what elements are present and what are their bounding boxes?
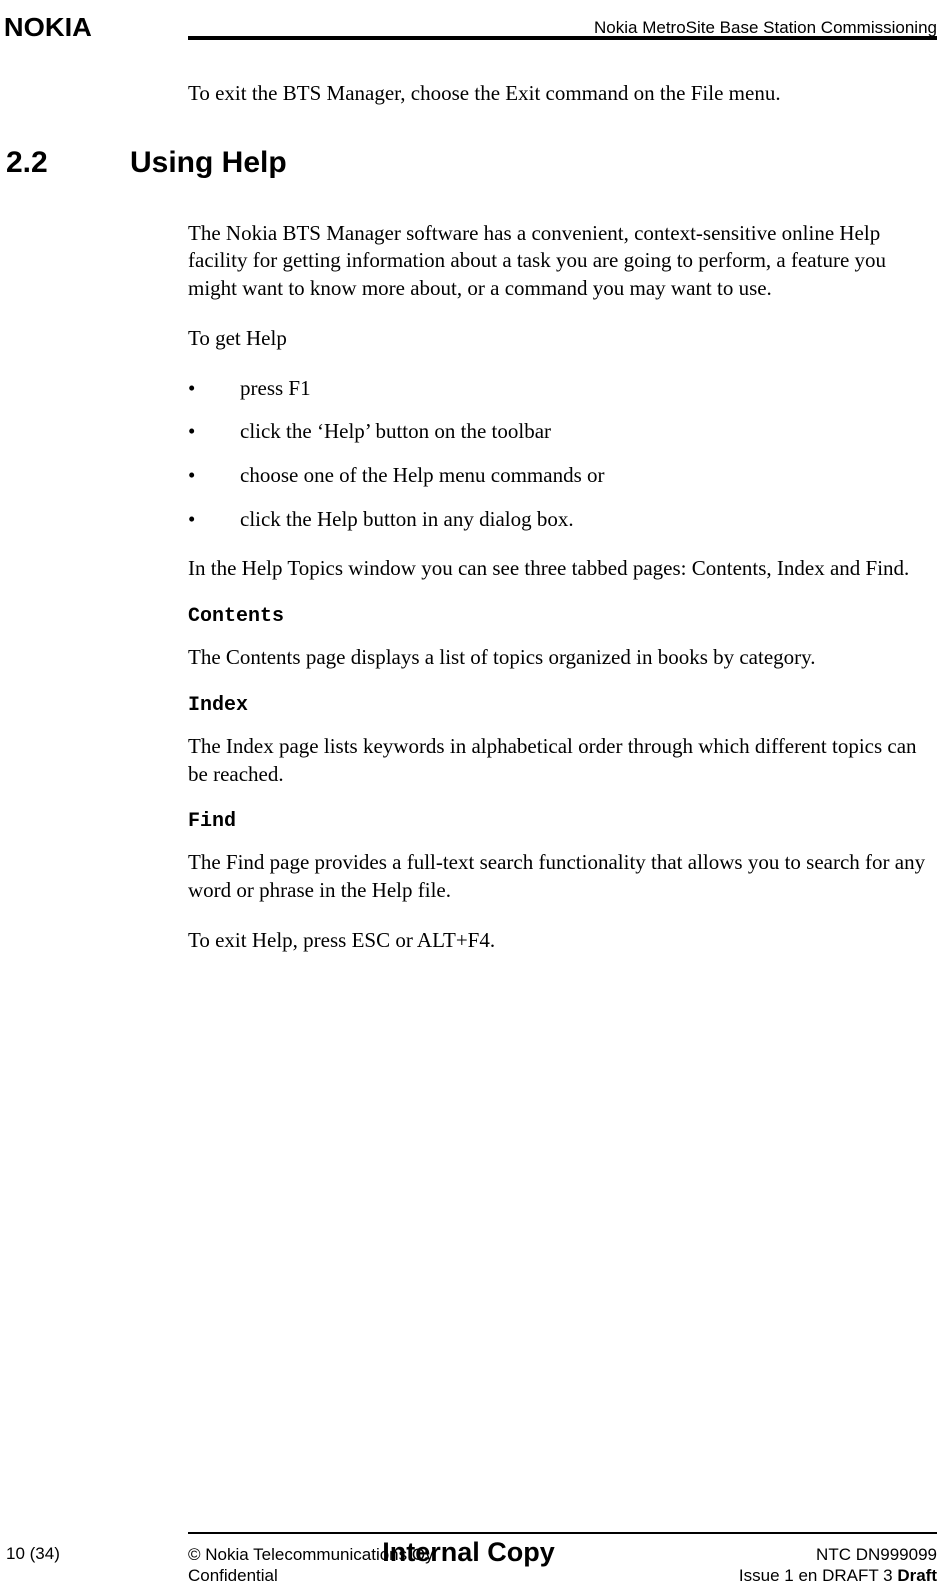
section-paragraph: The Nokia BTS Manager software has a con… [188,220,937,303]
sub-heading: Find [188,810,937,833]
content-area: To exit the BTS Manager, choose the Exit… [188,80,937,977]
section-paragraph: To get Help [188,325,937,353]
sub-heading: Contents [188,605,937,628]
page: NOKIA Nokia MetroSite Base Station Commi… [0,0,944,1592]
page-number: 10 (34) [6,1544,60,1564]
section-heading: 2.2 Using Help [0,146,937,180]
section-paragraph: The Contents page displays a list of top… [188,644,937,672]
footer-left-block: © Nokia Telecommunications Oy Confidenti… [188,1544,434,1587]
intro-paragraph: To exit the BTS Manager, choose the Exit… [188,80,937,108]
nokia-logo: NOKIA [6,12,90,43]
footer-rule [188,1532,937,1534]
section-paragraph: To exit Help, press ESC or ALT+F4. [188,927,937,955]
doc-title: Nokia MetroSite Base Station Commissioni… [594,18,937,38]
section-paragraph: The Find page provides a full-text searc… [188,849,937,904]
sub-heading: Index [188,694,937,717]
nokia-logo-text: NOKIA [4,12,92,43]
section-paragraph: The Index page lists keywords in alphabe… [188,733,937,788]
list-item: choose one of the Help menu commands or [188,462,937,490]
section-title: Using Help [130,146,287,180]
list-item: click the ‘Help’ button on the toolbar [188,418,937,446]
list-item: press F1 [188,375,937,403]
footer-right-block: NTC DN999099 Issue 1 en DRAFT 3 Draft [739,1544,937,1587]
issue-prefix: Issue 1 en DRAFT 3 [739,1566,897,1585]
list-item: click the Help button in any dialog box. [188,506,937,534]
issue-bold: Draft [897,1566,937,1585]
page-header: NOKIA Nokia MetroSite Base Station Commi… [0,10,944,46]
section-number: 2.2 [0,146,130,180]
page-footer: 10 (34) © Nokia Telecommunications Oy Co… [0,1540,937,1584]
section-paragraph: In the Help Topics window you can see th… [188,555,937,583]
header-rule [188,36,937,40]
doc-code: NTC DN999099 [739,1544,937,1565]
copyright-text: © Nokia Telecommunications Oy [188,1544,434,1565]
issue-line: Issue 1 en DRAFT 3 Draft [739,1565,937,1586]
confidential-text: Confidential [188,1565,434,1586]
bullet-list: press F1 click the ‘Help’ button on the … [188,375,937,534]
